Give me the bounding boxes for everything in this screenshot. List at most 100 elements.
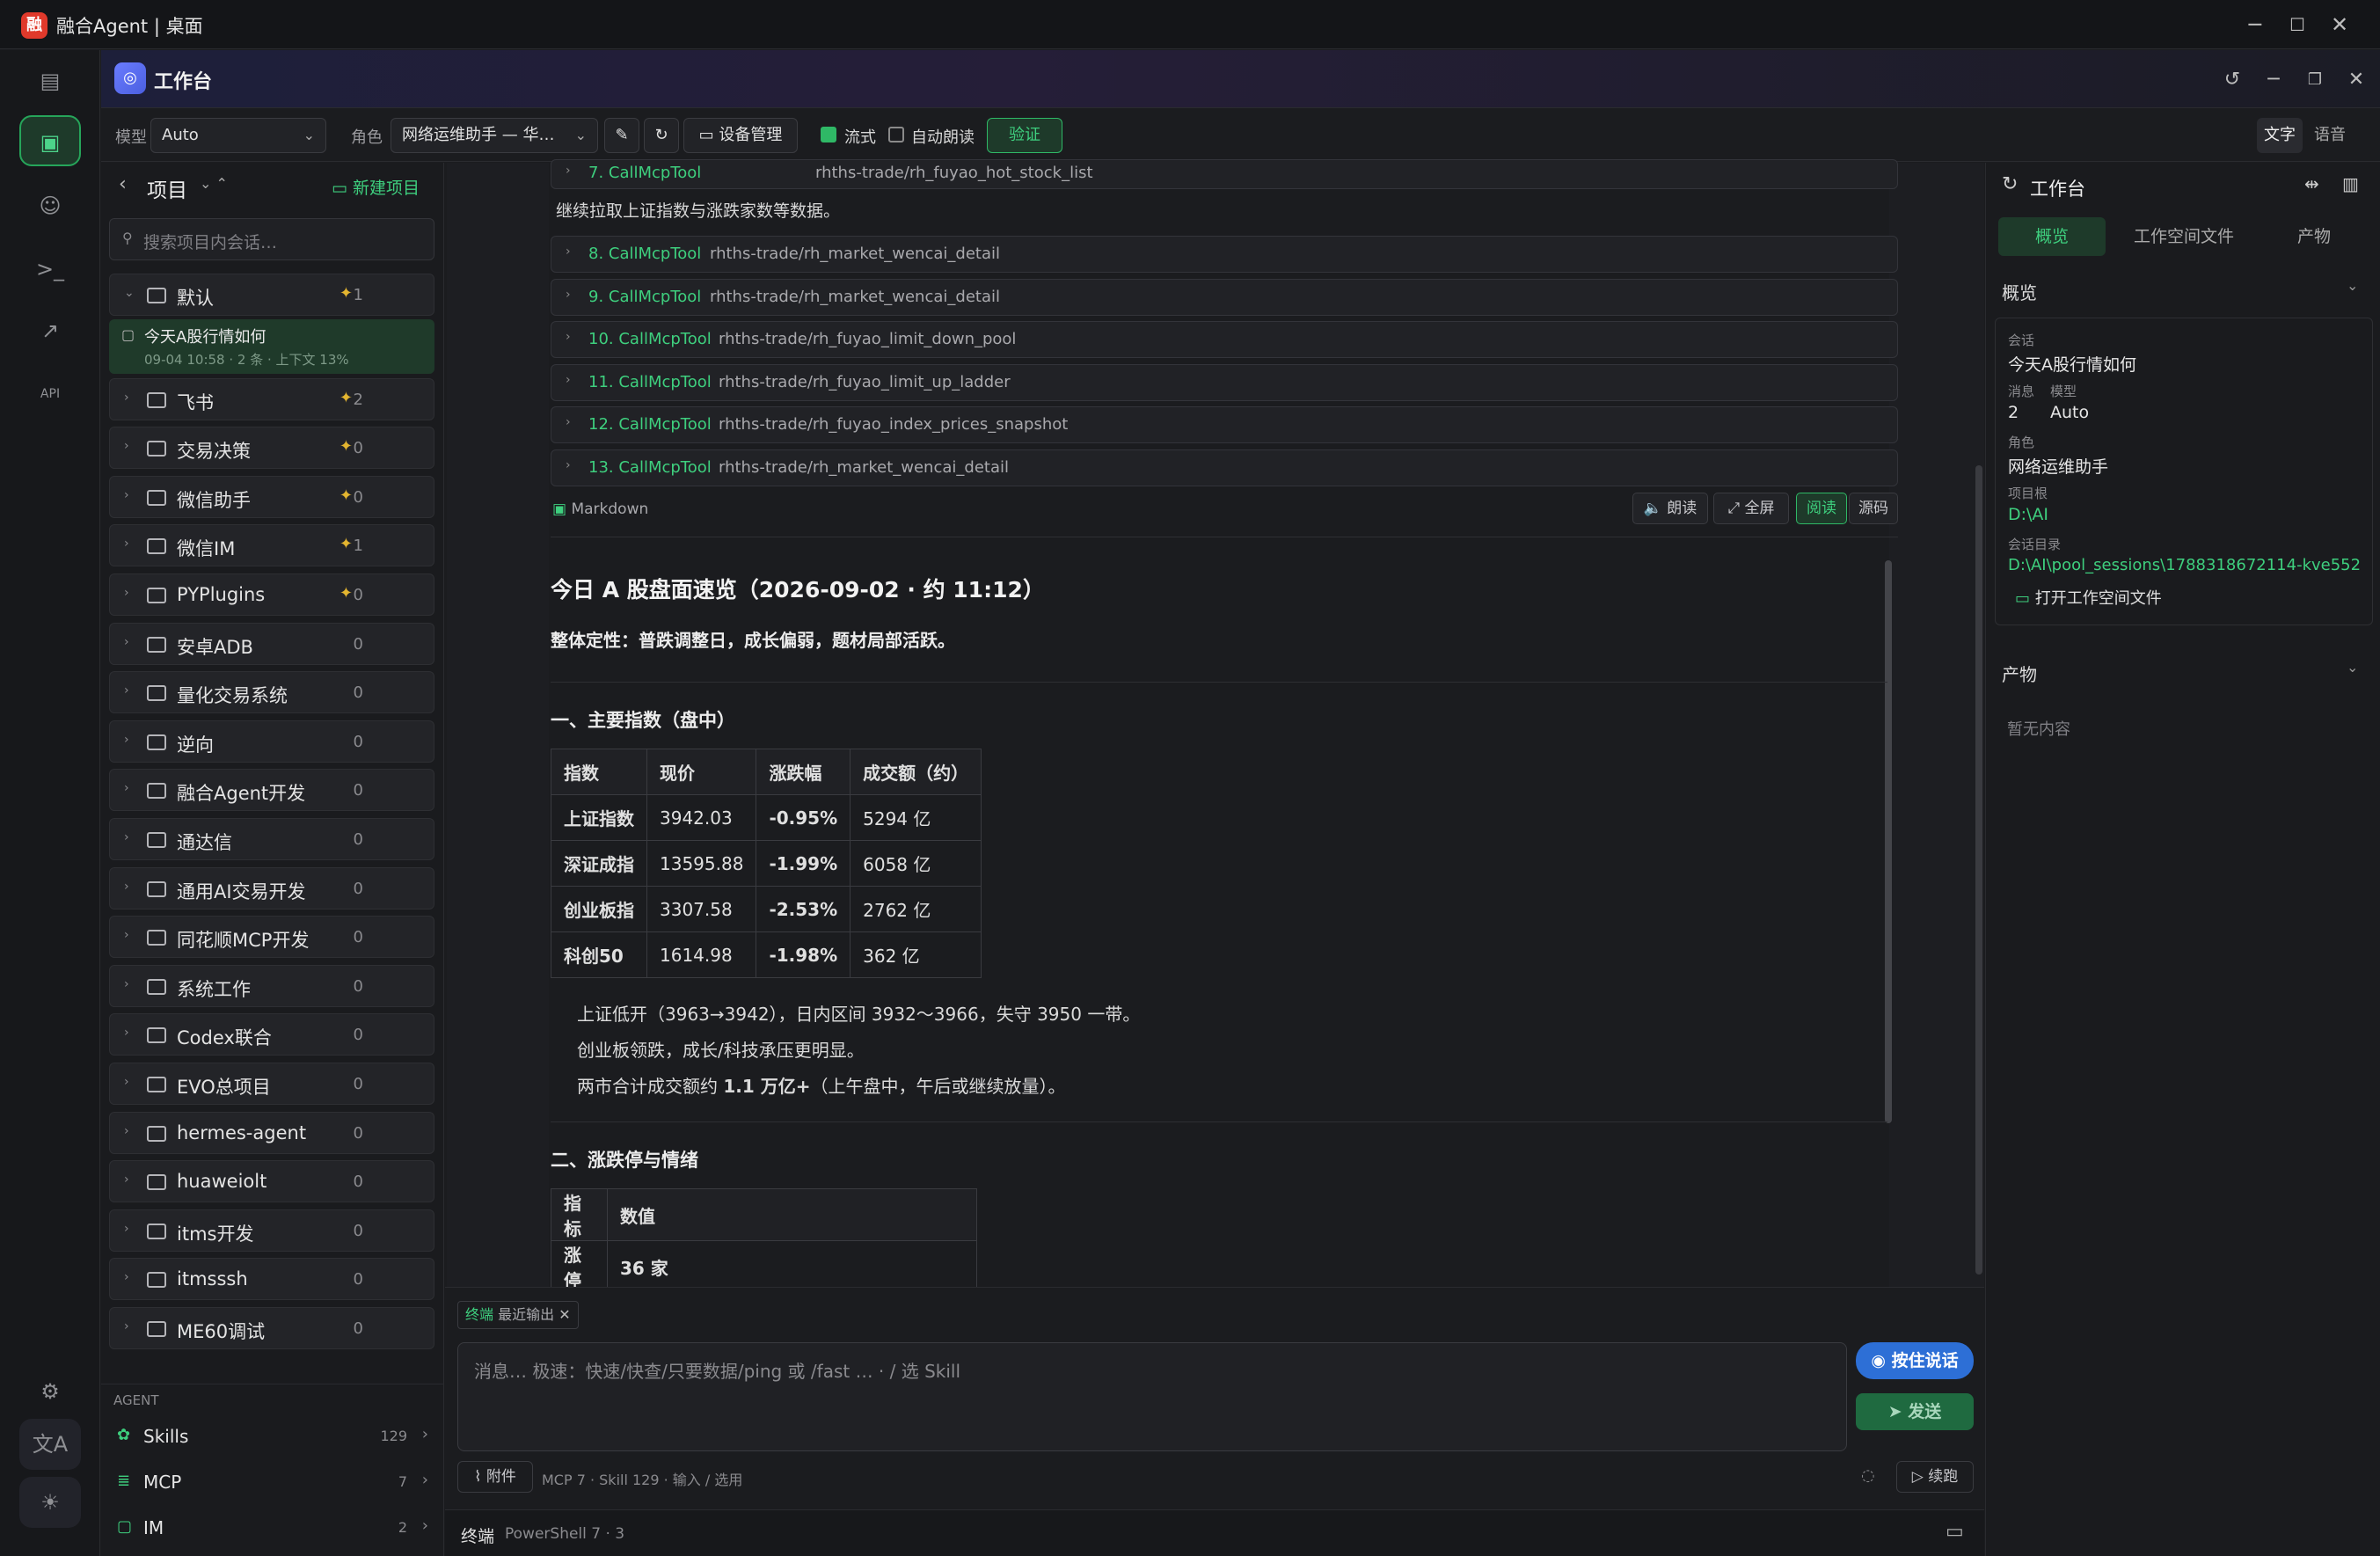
tool-call-item[interactable]: › 9. CallMcpTool rhths-trade/rh_market_wen… [551, 278, 1898, 316]
project-count: 0 [353, 928, 363, 947]
project-item[interactable]: › itms开发 0 [109, 1209, 434, 1252]
translate-icon[interactable]: 文A [19, 1419, 81, 1470]
chart-icon[interactable]: ↗ [19, 305, 81, 356]
chevron-right-icon: › [124, 439, 129, 454]
workbench-icon[interactable]: ▣ [19, 115, 81, 166]
doc-scrollbar[interactable] [1885, 560, 1892, 1123]
verify-button[interactable]: 验证 [987, 118, 1062, 153]
project-item[interactable]: › 同花顺MCP开发 0 [109, 916, 434, 959]
split-icon[interactable]: ⇹ [2304, 173, 2319, 194]
project-item[interactable]: › 逆向 0 [109, 720, 434, 763]
attach-button[interactable]: ⌇ 附件 [457, 1461, 533, 1493]
project-item[interactable]: › 飞书 ✦ 2 [109, 377, 434, 420]
terminal-bar[interactable]: 终端 PowerShell 7 · 3 ▭ [445, 1509, 1984, 1556]
continue-run-button[interactable]: ▷ 续跑 [1896, 1461, 1974, 1493]
stream-checkbox[interactable] [821, 127, 836, 142]
terminal-icon[interactable]: >_ [19, 244, 81, 295]
agent-item[interactable]: ✿ Skills 129 › [113, 1421, 430, 1456]
tab-workspace-files[interactable]: 工作空间文件 [2118, 217, 2250, 256]
fullscreen-button[interactable]: ⤢ 全屏 [1713, 493, 1789, 524]
close-icon[interactable]: ✕ [2318, 7, 2361, 42]
settings-icon[interactable]: ⚙ [19, 1366, 81, 1417]
project-item[interactable]: › 系统工作 0 [109, 964, 434, 1007]
tool-call-item[interactable]: › 7. CallMcpTool rhths-trade/rh_fuyao_ho… [551, 159, 1898, 189]
api-icon[interactable]: API [19, 369, 81, 420]
mcp-icon: ≣ [117, 1472, 131, 1490]
tool-args: rhths-trade/rh_market_wencai_detail [719, 457, 1009, 477]
project-item[interactable]: › 融合Agent开发 0 [109, 769, 434, 812]
model-select[interactable]: Auto ⌄ [150, 118, 326, 153]
minimize-icon[interactable]: ─ [2234, 7, 2276, 42]
collapse-all-icon[interactable]: ⌄ ⌃ [200, 175, 228, 192]
robot-icon[interactable]: ☺ [19, 180, 81, 231]
open-workspace-button[interactable]: ▭ 打开工作空间文件 [2015, 586, 2162, 609]
search-placeholder: 搜索项目内会话… [143, 233, 278, 252]
mode-text-tab[interactable]: 文字 [2257, 118, 2303, 153]
chevron-down-icon[interactable]: ⌄ [2347, 277, 2358, 294]
project-item[interactable]: › Codex联合 0 [109, 1013, 434, 1056]
project-item[interactable]: › 交易决策 ✦ 0 [109, 427, 434, 470]
tool-call-item[interactable]: › 12. CallMcpTool rhths-trade/rh_fuyao_ind… [551, 406, 1898, 443]
session-item[interactable]: ▢ 今天A股行情如何 09-04 10:58 · 2 条 · 上下文 13% [109, 318, 434, 374]
project-item[interactable]: › huaweiolt 0 [109, 1160, 434, 1203]
terminal-output-tab[interactable]: 终端 最近输出 ✕ [457, 1301, 579, 1329]
send-button[interactable]: ➤ 发送 [1856, 1393, 1974, 1430]
toggle-sidebar-icon[interactable]: ▤ [19, 55, 81, 106]
tab-artifacts[interactable]: 产物 [2260, 217, 2368, 256]
autoread-checkbox[interactable] [888, 127, 904, 142]
project-item[interactable]: › itmsssh 0 [109, 1258, 434, 1301]
maximize-icon[interactable]: ☐ [2276, 7, 2318, 42]
close-tab-icon[interactable]: ✕ [558, 1306, 570, 1323]
tool-call-item[interactable]: › 11. CallMcpTool rhths-trade/rh_fuyao_lim… [551, 363, 1898, 401]
device-management-button[interactable]: ▭ 设备管理 [683, 118, 798, 153]
chevron-down-icon[interactable]: ⌄ [2347, 659, 2358, 676]
project-item[interactable]: › ME60调试 0 [109, 1307, 434, 1349]
source-mode-button[interactable]: 源码 [1849, 493, 1898, 524]
agent-item[interactable]: ▢ IM 2 › [113, 1512, 430, 1547]
header-minimize-icon[interactable]: ─ [2258, 64, 2289, 96]
main-scrollbar[interactable] [1975, 465, 1982, 1275]
header-restore-icon[interactable]: ❐ [2299, 64, 2331, 96]
agent-item[interactable]: ≣ MCP 7 › [113, 1466, 430, 1501]
history-icon[interactable]: ↺ [2216, 64, 2248, 96]
header-close-icon[interactable]: ✕ [2340, 64, 2372, 96]
pin-icon: ✦ [339, 388, 353, 407]
mode-voice-tab[interactable]: 语音 [2307, 118, 2353, 153]
refresh-role-button[interactable]: ↻ [644, 118, 679, 153]
project-item[interactable]: › 量化交易系统 0 [109, 671, 434, 714]
message-input[interactable]: 消息… 极速：快速/快查/只要数据/ping 或 /fast … · / 选 S… [457, 1342, 1847, 1451]
theme-icon[interactable]: ☀ [19, 1477, 81, 1528]
tool-call-item[interactable]: › 8. CallMcpTool rhths-trade/rh_market_wen… [551, 236, 1898, 273]
panel-toggle-icon[interactable]: ▭ [1946, 1521, 1964, 1543]
folder-icon [147, 538, 166, 555]
tool-call-item[interactable]: › 10. CallMcpTool rhths-trade/rh_fuyao_lim… [551, 321, 1898, 358]
agent-item-name: Skills [143, 1426, 189, 1447]
edit-role-button[interactable]: ✎ [604, 118, 639, 153]
project-item[interactable]: › 通达信 0 [109, 818, 434, 860]
project-item[interactable]: › 通用AI交易开发 0 [109, 866, 434, 909]
new-project-button[interactable]: ▭ 新建项目 [332, 175, 420, 199]
tool-args: rhths-trade/rh_fuyao_limit_up_ladder [719, 372, 1011, 391]
project-item[interactable]: › EVO总项目 0 [109, 1063, 434, 1105]
chat-main: › 7. CallMcpTool rhths-trade/rh_fuyao_ho… [445, 159, 1984, 1293]
tab-overview[interactable]: 概览 [1998, 217, 2106, 256]
tool-args: rhths-trade/rh_fuyao_limit_down_pool [719, 330, 1017, 348]
folder-icon [147, 1077, 166, 1092]
read-aloud-button[interactable]: 🔈 朗读 [1632, 493, 1708, 524]
project-item[interactable]: › 微信助手 ✦ 0 [109, 475, 434, 518]
role-select[interactable]: 网络运维助手 — 华… ⌄ [391, 118, 598, 153]
project-item[interactable]: › 安卓ADB 0 [109, 622, 434, 665]
project-item[interactable]: › hermes-agent 0 [109, 1111, 434, 1154]
project-item[interactable]: ⌄ 默认 ✦ 1 [109, 274, 434, 316]
push-to-talk-button[interactable]: ◉ 按住说话 [1856, 1342, 1974, 1379]
back-chevron-icon[interactable]: ‹ [119, 173, 127, 195]
read-mode-button[interactable]: 阅读 [1796, 493, 1847, 524]
chevron-right-icon: › [421, 1516, 428, 1535]
tool-call-item[interactable]: › 13. CallMcpTool rhths-trade/rh_market_we… [551, 449, 1898, 486]
project-item[interactable]: › PYPlugins ✦ 0 [109, 573, 434, 616]
project-count: 0 [353, 830, 363, 849]
project-search-input[interactable]: ⚲ 搜索项目内会话… [109, 218, 434, 260]
refresh-icon[interactable]: ↻ [2002, 173, 2018, 195]
panel-layout-icon[interactable]: ▥ [2342, 173, 2359, 194]
project-item[interactable]: › 微信IM ✦ 1 [109, 524, 434, 567]
